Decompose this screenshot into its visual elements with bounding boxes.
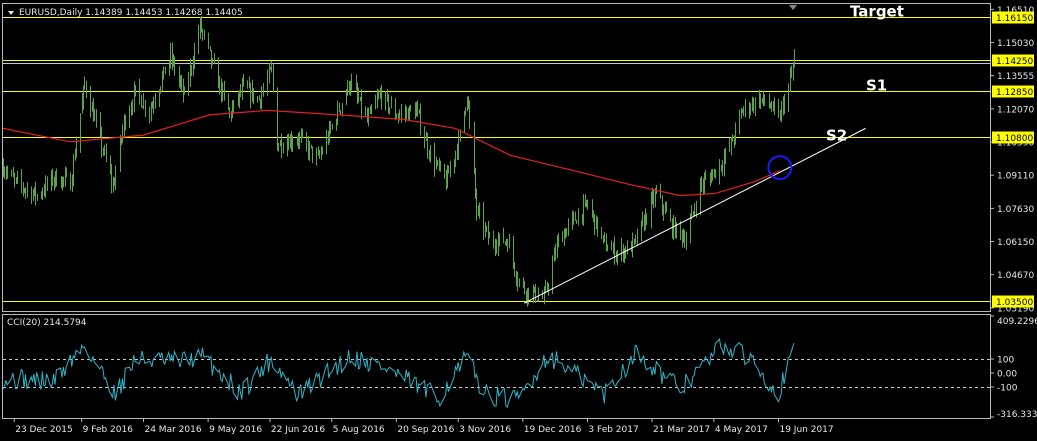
level-annotation: S1 xyxy=(866,77,887,95)
cci-axis-label: 409.2296 xyxy=(997,317,1037,327)
cci-axis-label: 100 xyxy=(997,356,1014,366)
level-badge-label: 1.10800 xyxy=(996,134,1033,144)
date-axis-label: 19 Jun 2017 xyxy=(779,425,833,435)
chart-root: TargetS1S2 1.165101.150301.135551.120701… xyxy=(0,0,1037,441)
price-axis-label: 1.13555 xyxy=(997,72,1034,82)
level-badge-label: 1.12850 xyxy=(996,88,1033,98)
date-axis-label: 21 Mar 2017 xyxy=(653,425,710,435)
cci-title: CCI(20) 214.5794 xyxy=(7,318,87,328)
price-axis-label: 1.06150 xyxy=(997,238,1034,248)
date-axis-label: 22 Jun 2016 xyxy=(271,425,325,435)
chart-header: EURUSD,Daily 1.14389 1.14453 1.14268 1.1… xyxy=(8,8,243,18)
date-axis-label: 24 Mar 2016 xyxy=(144,425,201,435)
level-badge-label: 1.14250 xyxy=(996,57,1033,67)
date-axis-label: 3 Nov 2016 xyxy=(459,425,511,435)
price-axis-label: 1.12070 xyxy=(997,105,1034,115)
date-axis-label: 20 Sep 2016 xyxy=(397,425,454,435)
date-axis-label: 9 May 2016 xyxy=(209,425,262,435)
date-axis-label: 19 Dec 2016 xyxy=(524,425,582,435)
level-badge-label: 1.16150 xyxy=(996,14,1033,24)
price-axis-label: 1.07630 xyxy=(997,205,1034,215)
cci-axis-label: 0.00 xyxy=(997,369,1017,379)
cci-axis-label: -100 xyxy=(997,383,1018,393)
date-axis-label: 5 Aug 2016 xyxy=(333,425,385,435)
price-axis-label: 1.04670 xyxy=(997,271,1034,281)
date-axis-label: 4 May 2017 xyxy=(715,425,768,435)
date-axis-label: 23 Dec 2015 xyxy=(15,425,72,435)
date-axis-label: 3 Feb 2017 xyxy=(588,425,638,435)
symbol-header: EURUSD,Daily 1.14389 1.14453 1.14268 1.1… xyxy=(19,8,243,18)
level-annotation: S2 xyxy=(826,127,847,145)
price-axis-label: 1.15030 xyxy=(997,39,1034,49)
level-badge-label: 1.03500 xyxy=(996,298,1033,308)
cci-axis-label: -316.3336 xyxy=(997,410,1037,420)
level-annotation: Target xyxy=(850,3,904,21)
date-axis-label: 9 Feb 2016 xyxy=(83,425,134,435)
price-pane xyxy=(2,3,991,312)
price-axis-label: 1.09110 xyxy=(997,172,1034,182)
